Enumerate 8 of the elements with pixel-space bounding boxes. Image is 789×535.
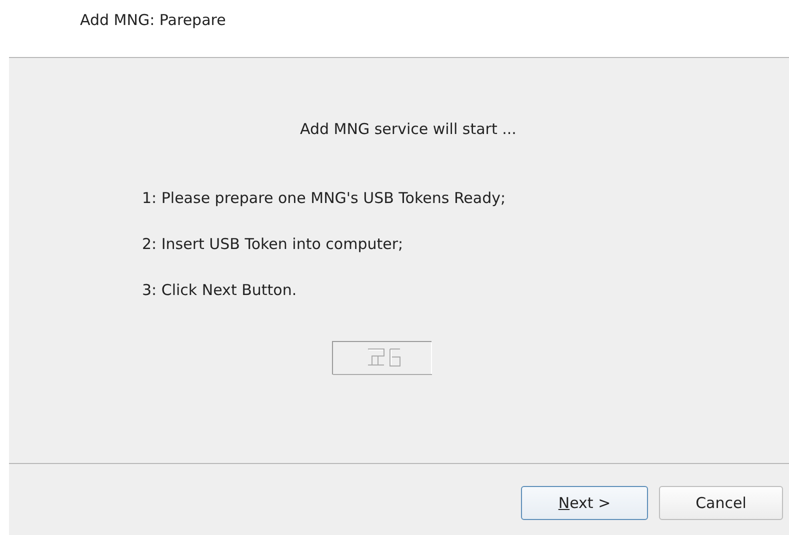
- cancel-button[interactable]: Cancel: [659, 486, 783, 520]
- broken-image-icon: [332, 341, 432, 375]
- heading: Add MNG service will start ...: [300, 120, 518, 138]
- window-title: Add MNG: Parepare: [80, 10, 226, 28]
- next-button[interactable]: Next >: [521, 486, 648, 520]
- step-text: 2: Insert USB Token into computer;: [142, 235, 404, 253]
- step-text: 3: Click Next Button.: [142, 281, 298, 299]
- step-text: 1: Please prepare one MNG's USB Tokens Ready;: [142, 189, 507, 207]
